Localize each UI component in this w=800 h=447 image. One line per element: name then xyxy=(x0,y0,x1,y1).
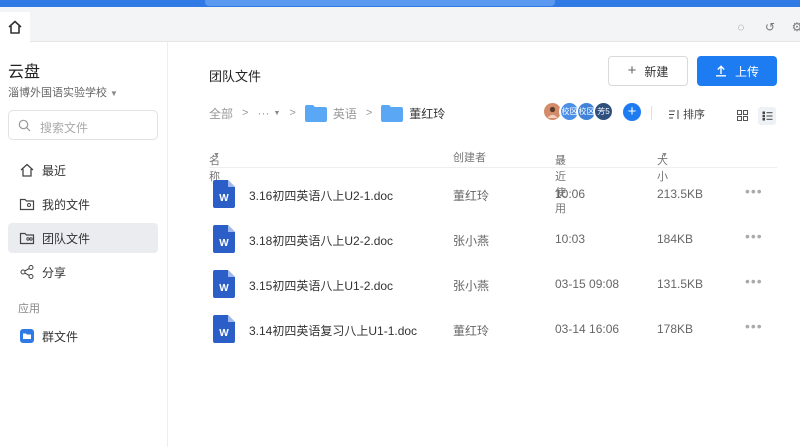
sort-button[interactable]: 排序 xyxy=(668,106,705,122)
file-time: 10:03 xyxy=(555,232,586,246)
folder-icon xyxy=(304,104,327,122)
file-name[interactable]: 3.14初四英语复习八上U1-1.doc xyxy=(249,322,417,339)
file-size: 178KB xyxy=(657,322,694,336)
file-creator: 张小燕 xyxy=(453,279,490,293)
address-bar[interactable] xyxy=(205,0,555,6)
share-icon xyxy=(18,263,36,281)
file-time: 10:06 xyxy=(555,187,586,201)
svg-text:W: W xyxy=(219,283,229,294)
list-view-icon xyxy=(762,111,772,121)
group-files-icon xyxy=(18,327,36,345)
file-name[interactable]: 3.16初四英语八上U2-1.doc xyxy=(249,187,393,204)
sidebar-item-label: 分享 xyxy=(42,265,67,280)
browser-top-strip xyxy=(0,0,800,7)
file-time: 03-15 09:08 xyxy=(555,277,620,291)
file-creator: 董红玲 xyxy=(453,324,490,338)
add-member-button[interactable]: + xyxy=(623,103,641,121)
chevron-right-icon: > xyxy=(242,107,249,119)
org-name: 淄博外国语实验学校 xyxy=(8,87,107,99)
file-size: 131.5KB xyxy=(657,277,704,291)
tab-bar: ◌ ↺ ⚙ xyxy=(0,7,800,42)
chevron-down-icon[interactable]: ▼ xyxy=(273,110,280,117)
folder-icon xyxy=(381,104,404,122)
table-header: 名称 ▼ 创建者 最近使用 ↓ 大小 ▼ xyxy=(209,146,777,215)
folder-team-icon xyxy=(18,229,36,247)
avatar: 芳5 xyxy=(593,101,614,122)
upload-button[interactable]: 上传 xyxy=(697,56,777,86)
sidebar: 云盘 淄博外国语实验学校 ▼ 搜索文件 最近 我的文件 团队文件 分享 应用 群文… xyxy=(0,42,168,447)
sidebar-item-label: 群文件 xyxy=(42,329,79,344)
new-button-label: 新建 xyxy=(644,64,669,79)
home-icon xyxy=(8,20,22,34)
chevron-down-icon: ▼ xyxy=(110,89,118,98)
more-options-icon[interactable]: ••• xyxy=(745,318,763,334)
table-row[interactable]: W 3.18初四英语八上U2-2.doc 张小燕 10:03 184KB ••• xyxy=(209,218,777,260)
main-panel: 团队文件 + 新建 上传 全部 > ··· ▼ > 英语 > 董红玲 校区 校区 … xyxy=(169,42,800,447)
breadcrumb-current: 董红玲 xyxy=(409,106,446,121)
breadcrumb-ellipsis[interactable]: ··· xyxy=(257,106,269,120)
search-placeholder: 搜索文件 xyxy=(40,121,89,135)
divider xyxy=(651,106,652,120)
word-doc-icon: W xyxy=(213,180,235,208)
history-icon[interactable]: ↺ xyxy=(763,20,777,34)
sidebar-item-team-files[interactable]: 团队文件 xyxy=(8,223,158,253)
sort-icon xyxy=(669,109,679,119)
apps-section-title: 应用 xyxy=(18,303,40,315)
svg-text:W: W xyxy=(219,238,229,249)
home-recent-icon xyxy=(18,161,36,179)
breadcrumb-folder[interactable]: 英语 xyxy=(333,105,357,122)
page-title: 团队文件 xyxy=(209,69,262,84)
sidebar-item-group-files[interactable]: 群文件 xyxy=(8,321,158,351)
table-row[interactable]: W 3.14初四英语复习八上U1-1.doc 董红玲 03-14 16:06 1… xyxy=(209,308,777,350)
settings-icon[interactable]: ⚙ xyxy=(790,20,800,34)
upload-button-label: 上传 xyxy=(734,64,759,79)
chevron-right-icon: > xyxy=(289,107,296,119)
org-selector[interactable]: 淄博外国语实验学校 ▼ xyxy=(8,84,118,100)
search-input[interactable]: 搜索文件 xyxy=(8,110,158,140)
sidebar-item-recent[interactable]: 最近 xyxy=(8,155,158,185)
sort-label: 排序 xyxy=(683,109,705,121)
search-icon xyxy=(18,119,31,132)
member-avatars[interactable]: 校区 校区 芳5 xyxy=(542,101,614,123)
more-options-icon[interactable]: ••• xyxy=(745,273,763,289)
sidebar-item-my-files[interactable]: 我的文件 xyxy=(8,189,158,219)
arrow-down-icon: ↓ xyxy=(560,152,566,164)
plus-icon: + xyxy=(627,62,637,79)
svg-text:W: W xyxy=(219,328,229,339)
upload-icon xyxy=(715,65,726,77)
grid-view-icon[interactable] xyxy=(737,110,748,121)
more-options-icon[interactable]: ••• xyxy=(745,183,763,199)
breadcrumb: 全部 > ··· ▼ > 英语 > 董红玲 xyxy=(209,102,445,124)
table-row[interactable]: W 3.15初四英语八上U1-2.doc 张小燕 03-15 09:08 131… xyxy=(209,263,777,305)
svg-text:W: W xyxy=(219,193,229,204)
more-options-icon[interactable]: ••• xyxy=(745,228,763,244)
chevron-right-icon: > xyxy=(365,107,373,119)
breadcrumb-root[interactable]: 全部 xyxy=(209,105,233,122)
word-doc-icon: W xyxy=(213,270,235,298)
sidebar-title: 云盘 xyxy=(8,64,41,81)
sidebar-item-label: 团队文件 xyxy=(42,231,91,246)
new-button[interactable]: + 新建 xyxy=(608,56,688,86)
column-creator[interactable]: 创建者 xyxy=(453,149,486,165)
sidebar-item-label: 最近 xyxy=(42,163,67,178)
chevron-down-icon: ▼ xyxy=(213,152,220,159)
file-size: 213.5KB xyxy=(657,187,704,201)
table-row[interactable]: W 3.16初四英语八上U2-1.doc 董红玲 10:06 213.5KB •… xyxy=(209,173,777,215)
word-doc-icon: W xyxy=(213,315,235,343)
file-time: 03-14 16:06 xyxy=(555,322,620,336)
file-name[interactable]: 3.15初四英语八上U1-2.doc xyxy=(249,277,393,294)
file-name[interactable]: 3.18初四英语八上U2-2.doc xyxy=(249,232,393,249)
list-view-button[interactable] xyxy=(758,107,776,125)
folder-user-icon xyxy=(18,195,36,213)
file-creator: 董红玲 xyxy=(453,189,490,203)
refresh-icon[interactable]: ◌ xyxy=(734,20,748,34)
sidebar-item-label: 我的文件 xyxy=(42,197,91,212)
chevron-down-icon: ▼ xyxy=(661,152,668,159)
sidebar-item-share[interactable]: 分享 xyxy=(8,257,158,287)
file-size: 184KB xyxy=(657,232,694,246)
file-creator: 张小燕 xyxy=(453,234,490,248)
word-doc-icon: W xyxy=(213,225,235,253)
home-tab[interactable] xyxy=(0,12,30,42)
